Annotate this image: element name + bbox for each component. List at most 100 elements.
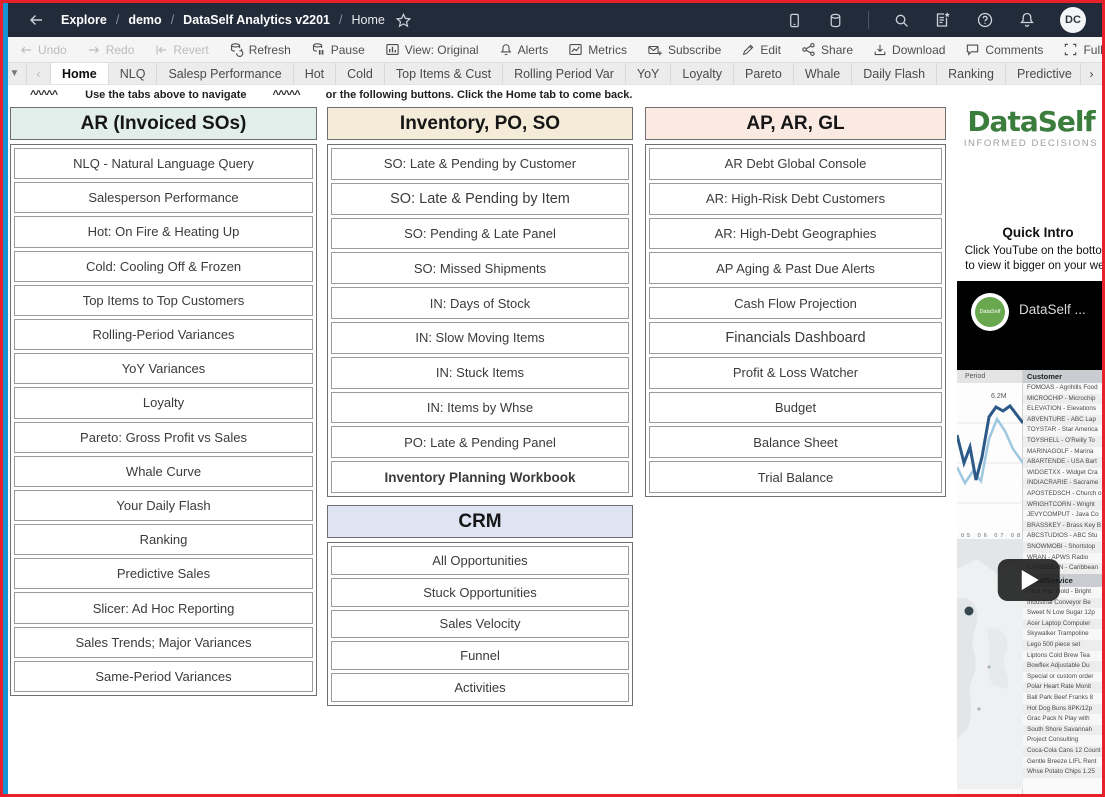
toolbar-item[interactable]: View: Original [375, 37, 489, 62]
sheet-tab[interactable]: Daily Flash [852, 63, 937, 84]
toolbar-item[interactable]: Edit [731, 37, 791, 62]
sheet-tab[interactable]: Whale [794, 63, 852, 84]
thumbnail-customer-row: MARINAGOLF - Marina [1023, 447, 1102, 458]
nav-button[interactable]: Trial Balance [649, 461, 942, 493]
nav-button[interactable]: Top Items to Top Customers [14, 285, 313, 316]
search-icon[interactable] [893, 12, 910, 29]
sheet-tab[interactable]: NLQ [109, 63, 158, 84]
topbar-actions: DC [786, 7, 1102, 33]
toolbar-item[interactable]: Subscribe [637, 37, 731, 62]
toolbar-item[interactable]: Download [863, 37, 955, 62]
custom-views-icon[interactable] [934, 11, 952, 29]
toolbar-item[interactable]: Refresh [219, 37, 301, 62]
sheet-tab[interactable]: Predictive [1006, 63, 1080, 84]
nav-button[interactable]: Sales Trends; Major Variances [14, 627, 313, 658]
nav-button[interactable]: Balance Sheet [649, 426, 942, 458]
breadcrumb-explore[interactable]: Explore [61, 13, 107, 27]
sheet-tab[interactable]: Home [51, 63, 109, 84]
mobile-preview-icon[interactable] [786, 12, 803, 29]
breadcrumb-workbook[interactable]: DataSelf Analytics v2201 [183, 13, 330, 27]
toolbar-item[interactable]: Share [791, 37, 863, 62]
tab-scroll-right-icon[interactable]: › [1080, 63, 1102, 84]
thumbnail-customer-row: JEVYCOMPUT - Java Co [1023, 510, 1102, 521]
nav-button[interactable]: IN: Stuck Items [331, 357, 629, 389]
sheet-tab[interactable]: Top Items & Cust [385, 63, 503, 84]
nav-button[interactable]: Slicer: Ad Hoc Reporting [14, 592, 313, 623]
alerts-icon [499, 43, 513, 57]
breadcrumb-project[interactable]: demo [128, 13, 161, 27]
nav-button[interactable]: Hot: On Fire & Heating Up [14, 216, 313, 247]
nav-button[interactable]: IN: Slow Moving Items [331, 322, 629, 354]
sheet-tab[interactable]: Salesp Performance [157, 63, 293, 84]
toolbar-item[interactable]: Undo [9, 37, 77, 62]
sheet-tab[interactable]: Ranking [937, 63, 1006, 84]
nav-button[interactable]: Same-Period Variances [14, 661, 313, 692]
help-icon[interactable] [976, 11, 994, 29]
nav-button[interactable]: Profit & Loss Watcher [649, 357, 942, 389]
toolbar-item[interactable]: Redo [77, 37, 145, 62]
sheet-tab[interactable]: YoY [626, 63, 671, 84]
nav-button[interactable]: Your Daily Flash [14, 490, 313, 521]
nav-button[interactable]: AR: High-Debt Geographies [649, 218, 942, 250]
thumbnail-customer-row: MICROCHIP - Microchip [1023, 394, 1102, 405]
nav-button[interactable]: SO: Late & Pending by Customer [331, 148, 629, 180]
nav-button[interactable]: YoY Variances [14, 353, 313, 384]
toolbar-item[interactable]: Comments [955, 37, 1053, 62]
metrics-icon [568, 42, 583, 57]
nav-button[interactable]: Financials Dashboard [649, 322, 942, 354]
nav-button[interactable]: SO: Pending & Late Panel [331, 218, 629, 250]
toolbar-item[interactable]: Metrics [558, 37, 637, 62]
sheet-tab[interactable]: Loyalty [671, 63, 734, 84]
data-source-icon[interactable] [827, 12, 844, 29]
sheet-tab[interactable]: Cold [336, 63, 385, 84]
nav-button[interactable]: AR Debt Global Console [649, 148, 942, 180]
nav-button[interactable]: Ranking [14, 524, 313, 555]
toolbar-item[interactable]: Pause [301, 37, 375, 62]
nav-button[interactable]: IN: Items by Whse [331, 392, 629, 424]
notifications-bell-icon[interactable] [1018, 11, 1036, 29]
nav-button[interactable]: NLQ - Natural Language Query [14, 148, 313, 179]
toolbar-item[interactable]: Full Screen [1053, 37, 1105, 62]
back-arrow-icon[interactable] [27, 11, 45, 29]
nav-button[interactable]: Funnel [331, 641, 629, 670]
nav-button[interactable]: AR: High-Risk Debt Customers [649, 183, 942, 215]
nav-button[interactable]: SO: Missed Shipments [331, 252, 629, 284]
toolbar-item-label: Redo [106, 43, 135, 57]
nav-button[interactable]: Inventory Planning Workbook [331, 461, 629, 493]
nav-button[interactable]: Budget [649, 392, 942, 424]
user-avatar[interactable]: DC [1060, 7, 1086, 33]
nav-button[interactable]: Salesperson Performance [14, 182, 313, 213]
favorite-star-icon[interactable] [395, 12, 412, 29]
nav-button[interactable]: Cold: Cooling Off & Frozen [14, 251, 313, 282]
video-title[interactable]: DataSelf ... [1019, 302, 1086, 317]
logo-subtitle: INFORMED DECISIONS [957, 138, 1102, 149]
toolbar-item-label: Share [821, 43, 853, 57]
nav-button[interactable]: IN: Days of Stock [331, 287, 629, 319]
tab-scroll-left-icon[interactable]: ‹ [27, 63, 51, 84]
nav-button[interactable]: Loyalty [14, 387, 313, 418]
toolbar-item[interactable]: Revert [144, 37, 218, 62]
toolbar-item[interactable]: Alerts [489, 37, 559, 62]
youtube-play-button[interactable] [997, 559, 1059, 601]
breadcrumb: Explore / demo / DataSelf Analytics v220… [61, 13, 385, 27]
help-text-1: Use the tabs above to navigate [85, 89, 246, 101]
nav-button[interactable]: SO: Late & Pending by Item [331, 183, 629, 215]
subscribe-icon [647, 43, 663, 57]
nav-button[interactable]: Activities [331, 673, 629, 702]
nav-button[interactable]: Cash Flow Projection [649, 287, 942, 319]
youtube-embed[interactable]: DataSelf DataSelf ... Period [957, 281, 1102, 794]
nav-button[interactable]: Whale Curve [14, 456, 313, 487]
nav-button[interactable]: Sales Velocity [331, 610, 629, 639]
fullscreen-icon [1063, 42, 1078, 57]
nav-button[interactable]: Pareto: Gross Profit vs Sales [14, 422, 313, 453]
nav-button[interactable]: Predictive Sales [14, 558, 313, 589]
sheet-tab[interactable]: Pareto [734, 63, 794, 84]
nav-button[interactable]: AP Aging & Past Due Alerts [649, 252, 942, 284]
channel-avatar[interactable]: DataSelf [971, 293, 1009, 331]
nav-button[interactable]: All Opportunities [331, 546, 629, 575]
sheet-tab[interactable]: Rolling Period Var [503, 63, 626, 84]
nav-button[interactable]: PO: Late & Pending Panel [331, 426, 629, 458]
nav-button[interactable]: Stuck Opportunities [331, 578, 629, 607]
sheet-tab[interactable]: Hot [294, 63, 336, 84]
nav-button[interactable]: Rolling-Period Variances [14, 319, 313, 350]
